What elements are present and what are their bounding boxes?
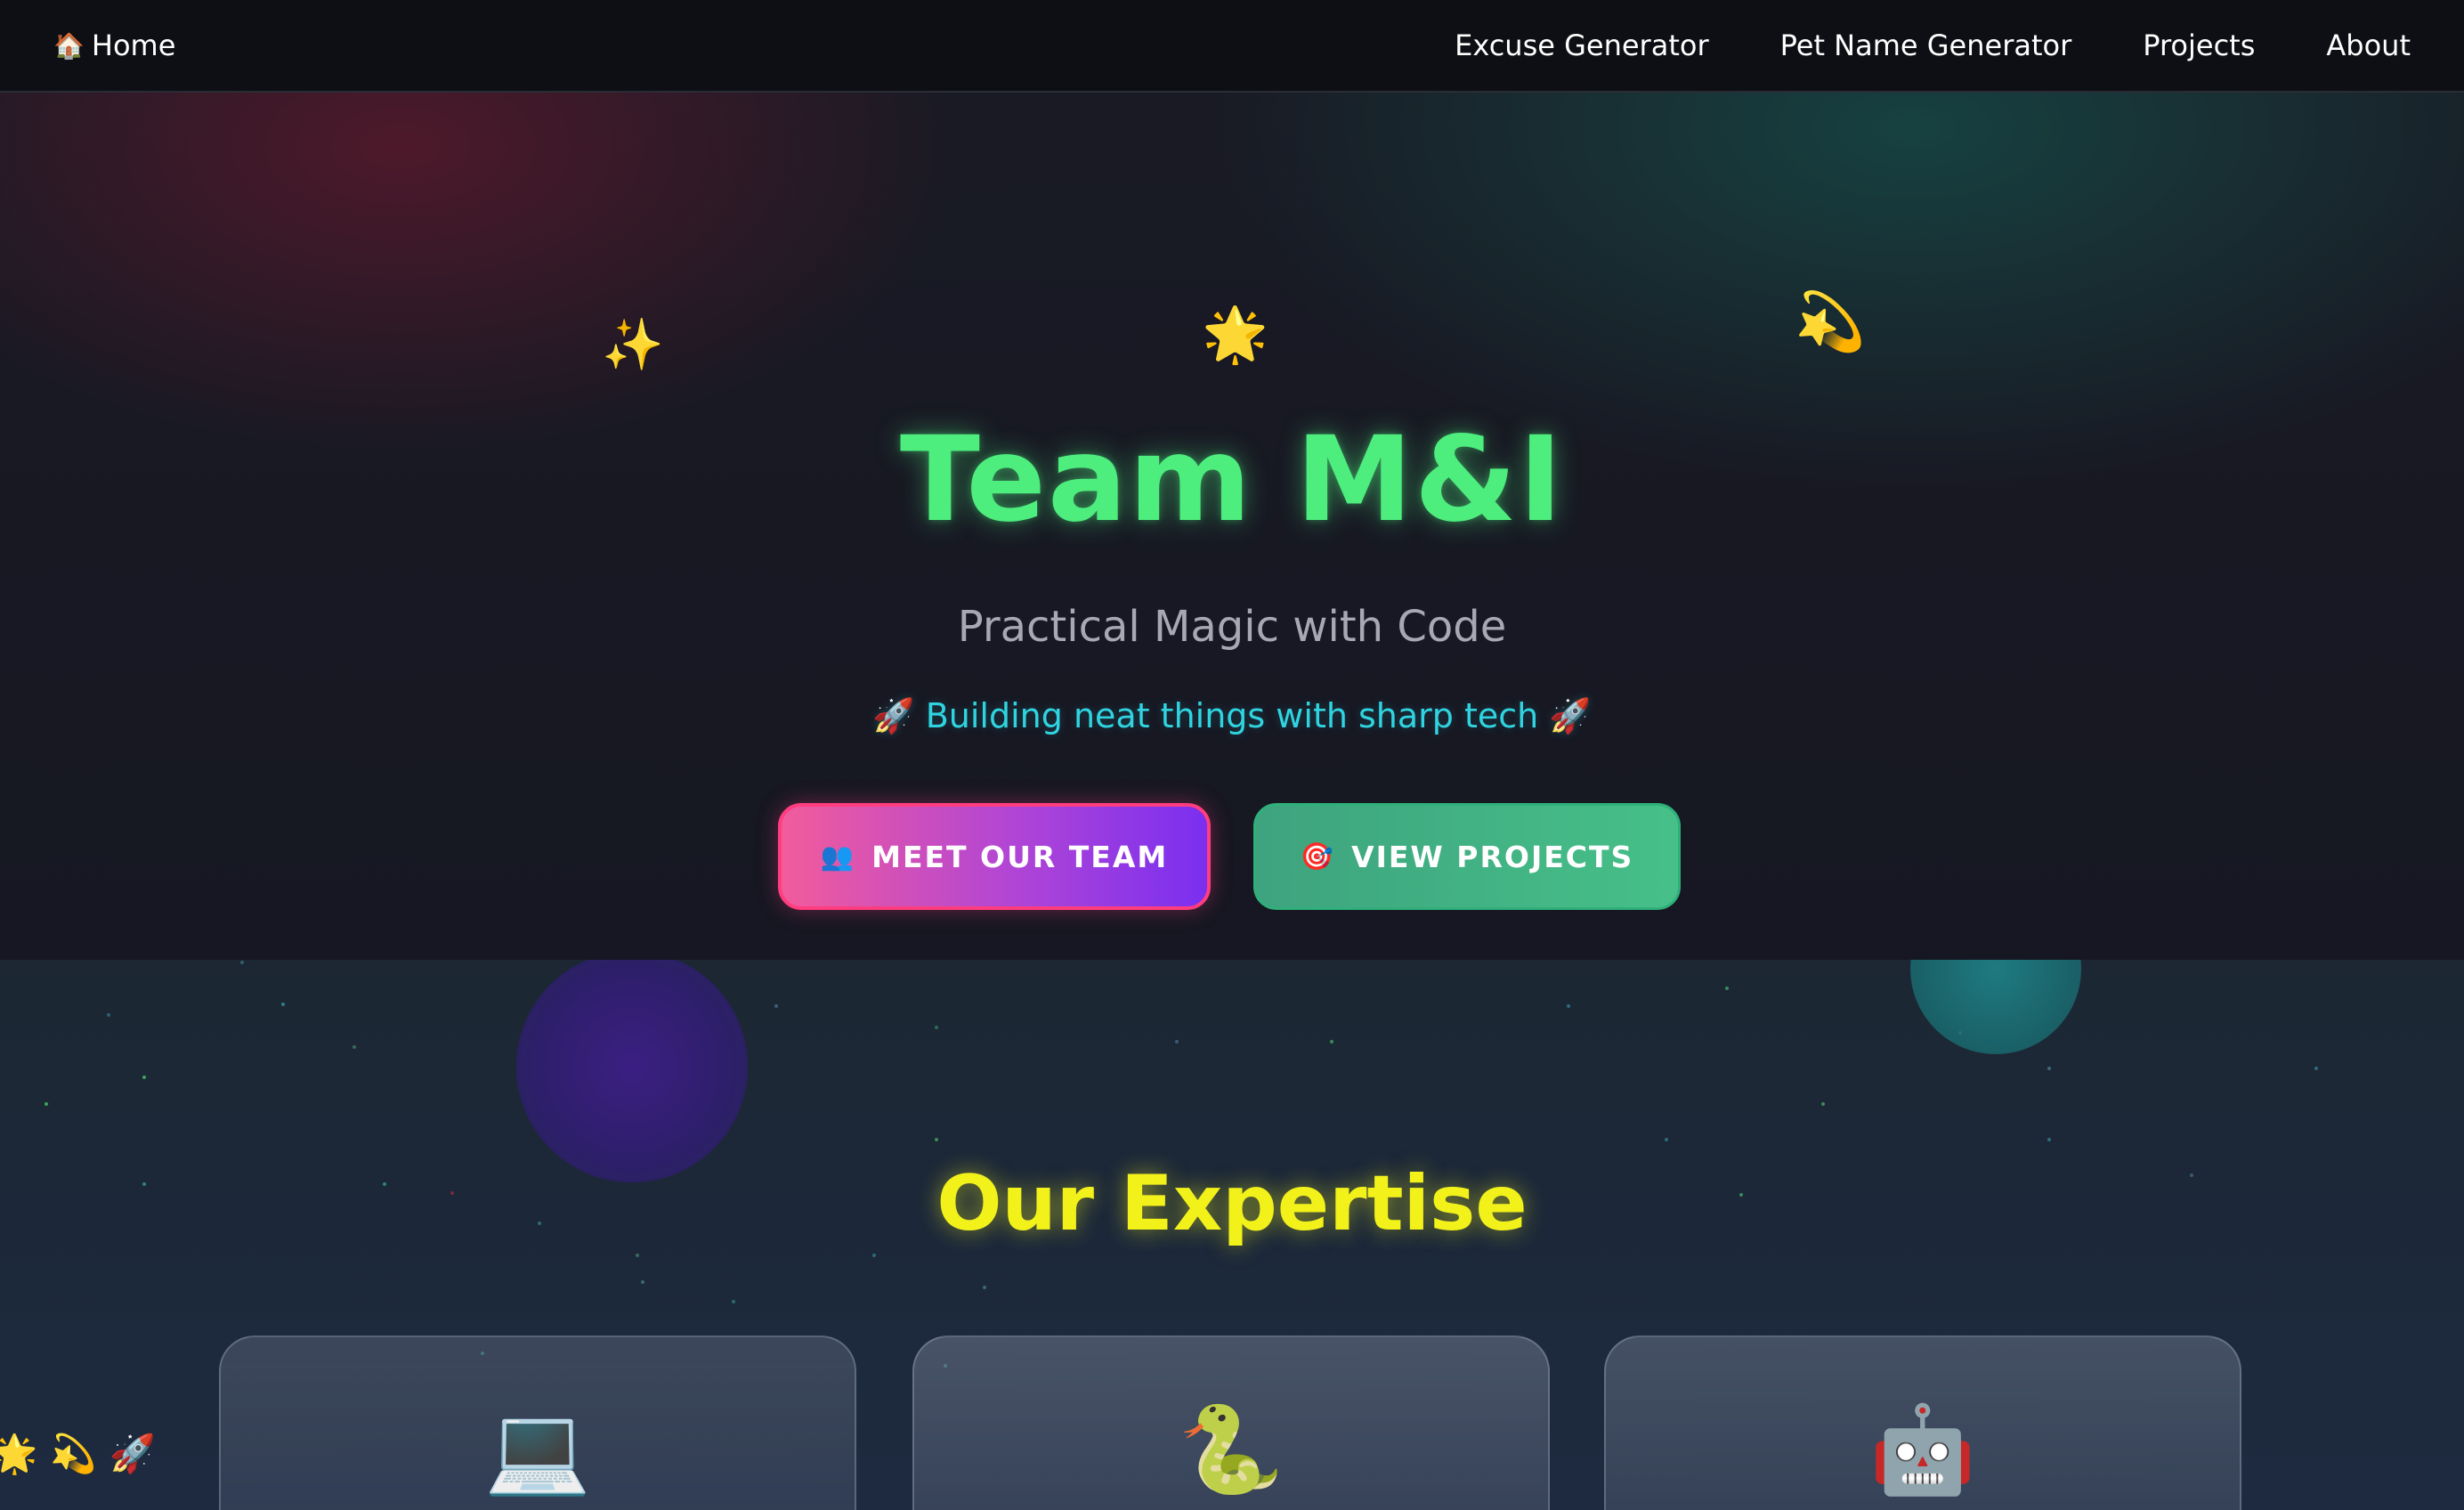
star-dot (2047, 1138, 2051, 1141)
star-dot (935, 1138, 938, 1141)
hero-section: ✨ 🌟 💫 Team M&I Practical Magic with Code… (0, 93, 2464, 960)
nav-link-pet-name-generator[interactable]: Pet Name Generator (1780, 28, 2072, 62)
nav-link-excuse-generator[interactable]: Excuse Generator (1455, 28, 1709, 62)
star-dot (281, 1003, 285, 1006)
hero-subtitle: Practical Magic with Code (957, 602, 1507, 652)
nav-home-link[interactable]: 🏠 Home (53, 28, 175, 62)
star-dot (142, 1076, 146, 1079)
robot-icon: 🤖 (1869, 1400, 1976, 1499)
star-dot (935, 1026, 938, 1029)
star-dot (1330, 1040, 1333, 1043)
decorative-purple-orb (516, 960, 748, 1182)
rocket-icon: 🚀 (109, 1432, 156, 1475)
star-dot (641, 1280, 644, 1284)
star-dot (1821, 1102, 1825, 1106)
hero-title: Team M&I (899, 411, 1565, 548)
expertise-section: Our Expertise 💻 🐍 🤖 🌟 💫 🚀 (0, 960, 2464, 1510)
expertise-card-ai[interactable]: 🤖 (1604, 1335, 2241, 1510)
star-dot (872, 1254, 876, 1257)
star-dot (1725, 986, 1729, 990)
dizzy-icon: 💫 (50, 1432, 97, 1475)
target-icon: 🎯 (1300, 840, 1336, 873)
star-dot (45, 1102, 48, 1106)
nav-links: Excuse Generator Pet Name Generator Proj… (1383, 28, 2411, 62)
star-dot (1665, 1138, 1668, 1141)
nav-link-about[interactable]: About (2326, 28, 2411, 62)
hero-tagline: 🚀 Building neat things with sharp tech 🚀 (872, 696, 1592, 735)
expertise-card-web[interactable]: 💻 (219, 1335, 856, 1510)
people-icon: 👥 (820, 840, 856, 873)
star-icon: 🌟 (0, 1432, 38, 1475)
glowing-star-icon: 🌟 (1202, 304, 1268, 366)
view-projects-button[interactable]: 🎯 VIEW PROJECTS (1253, 803, 1681, 910)
dizzy-star-icon: 💫 (1795, 289, 1866, 355)
star-dot (983, 1286, 986, 1289)
view-projects-label: VIEW PROJECTS (1351, 839, 1634, 874)
sparkles-icon: ✨ (602, 316, 664, 374)
star-dot (1567, 1004, 1570, 1008)
star-dot (774, 1004, 778, 1008)
star-dot (1958, 1031, 1962, 1035)
laptop-icon: 💻 (484, 1400, 591, 1499)
meet-our-team-button[interactable]: 👥 MEET OUR TEAM (778, 803, 1211, 910)
star-dot (1175, 1040, 1179, 1043)
decorative-teal-orb (1910, 960, 2081, 1054)
star-dot (2047, 1067, 2051, 1070)
top-nav: 🏠 Home Excuse Generator Pet Name Generat… (0, 0, 2464, 93)
nav-home-label: Home (91, 28, 176, 62)
meet-our-team-label: MEET OUR TEAM (871, 839, 1169, 874)
house-icon: 🏠 (53, 30, 85, 61)
star-dot (2314, 1067, 2318, 1070)
expertise-title: Our Expertise (936, 1159, 1528, 1248)
expertise-card-python[interactable]: 🐍 (912, 1335, 1550, 1510)
floating-emojis: 🌟 💫 🚀 (0, 1432, 156, 1476)
snake-icon: 🐍 (1178, 1400, 1285, 1499)
star-dot (240, 961, 244, 964)
star-dot (353, 1045, 356, 1049)
star-dot (732, 1300, 735, 1303)
star-dot (636, 1254, 639, 1257)
nav-link-projects[interactable]: Projects (2143, 28, 2255, 62)
star-dot (107, 1013, 110, 1017)
